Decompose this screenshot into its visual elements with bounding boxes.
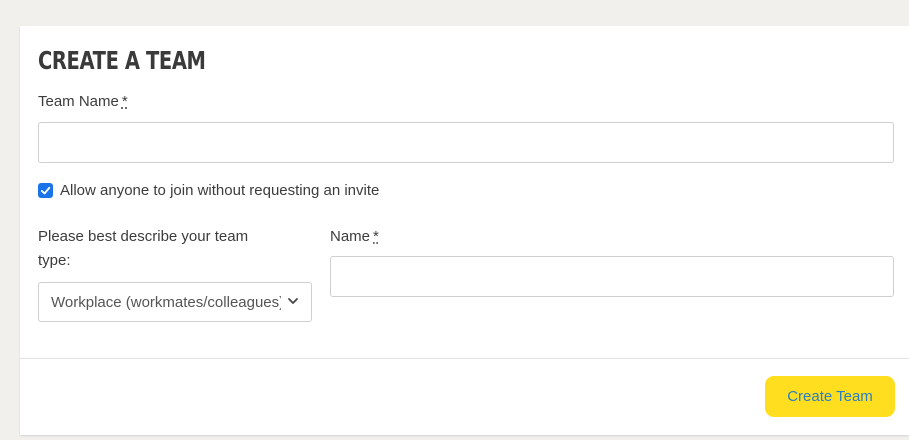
- footer-divider: [20, 358, 909, 359]
- name-label: Name *: [330, 225, 379, 249]
- team-type-select[interactable]: Workplace (workmates/colleagues): [38, 282, 312, 322]
- allow-join-row[interactable]: Allow anyone to join without requesting …: [38, 182, 379, 199]
- team-type-label-line1: Please best describe your team: [38, 228, 249, 245]
- team-type-label: Please best describe your team type:: [38, 225, 248, 273]
- team-name-input[interactable]: [38, 122, 894, 163]
- create-team-button[interactable]: Create Team: [765, 376, 895, 417]
- allow-join-label: Allow anyone to join without requesting …: [60, 182, 380, 199]
- form-title: CREATE A TEAM: [38, 46, 206, 75]
- name-input[interactable]: [330, 256, 894, 297]
- chevron-down-icon: [288, 298, 298, 304]
- create-team-card: CREATE A TEAM Team Name * Allow anyone to…: [20, 26, 909, 435]
- team-name-label-text: Team Name: [38, 93, 119, 110]
- team-name-label: Team Name *: [38, 90, 128, 114]
- checkmark-icon: [40, 186, 51, 195]
- team-type-selected-value: Workplace (workmates/colleagues): [51, 293, 281, 311]
- team-type-label-line2: type:: [38, 252, 71, 269]
- name-label-text: Name: [330, 228, 371, 245]
- team-name-required-marker: *: [121, 93, 128, 110]
- name-required-marker: *: [373, 228, 379, 245]
- allow-join-checkbox[interactable]: [38, 183, 53, 198]
